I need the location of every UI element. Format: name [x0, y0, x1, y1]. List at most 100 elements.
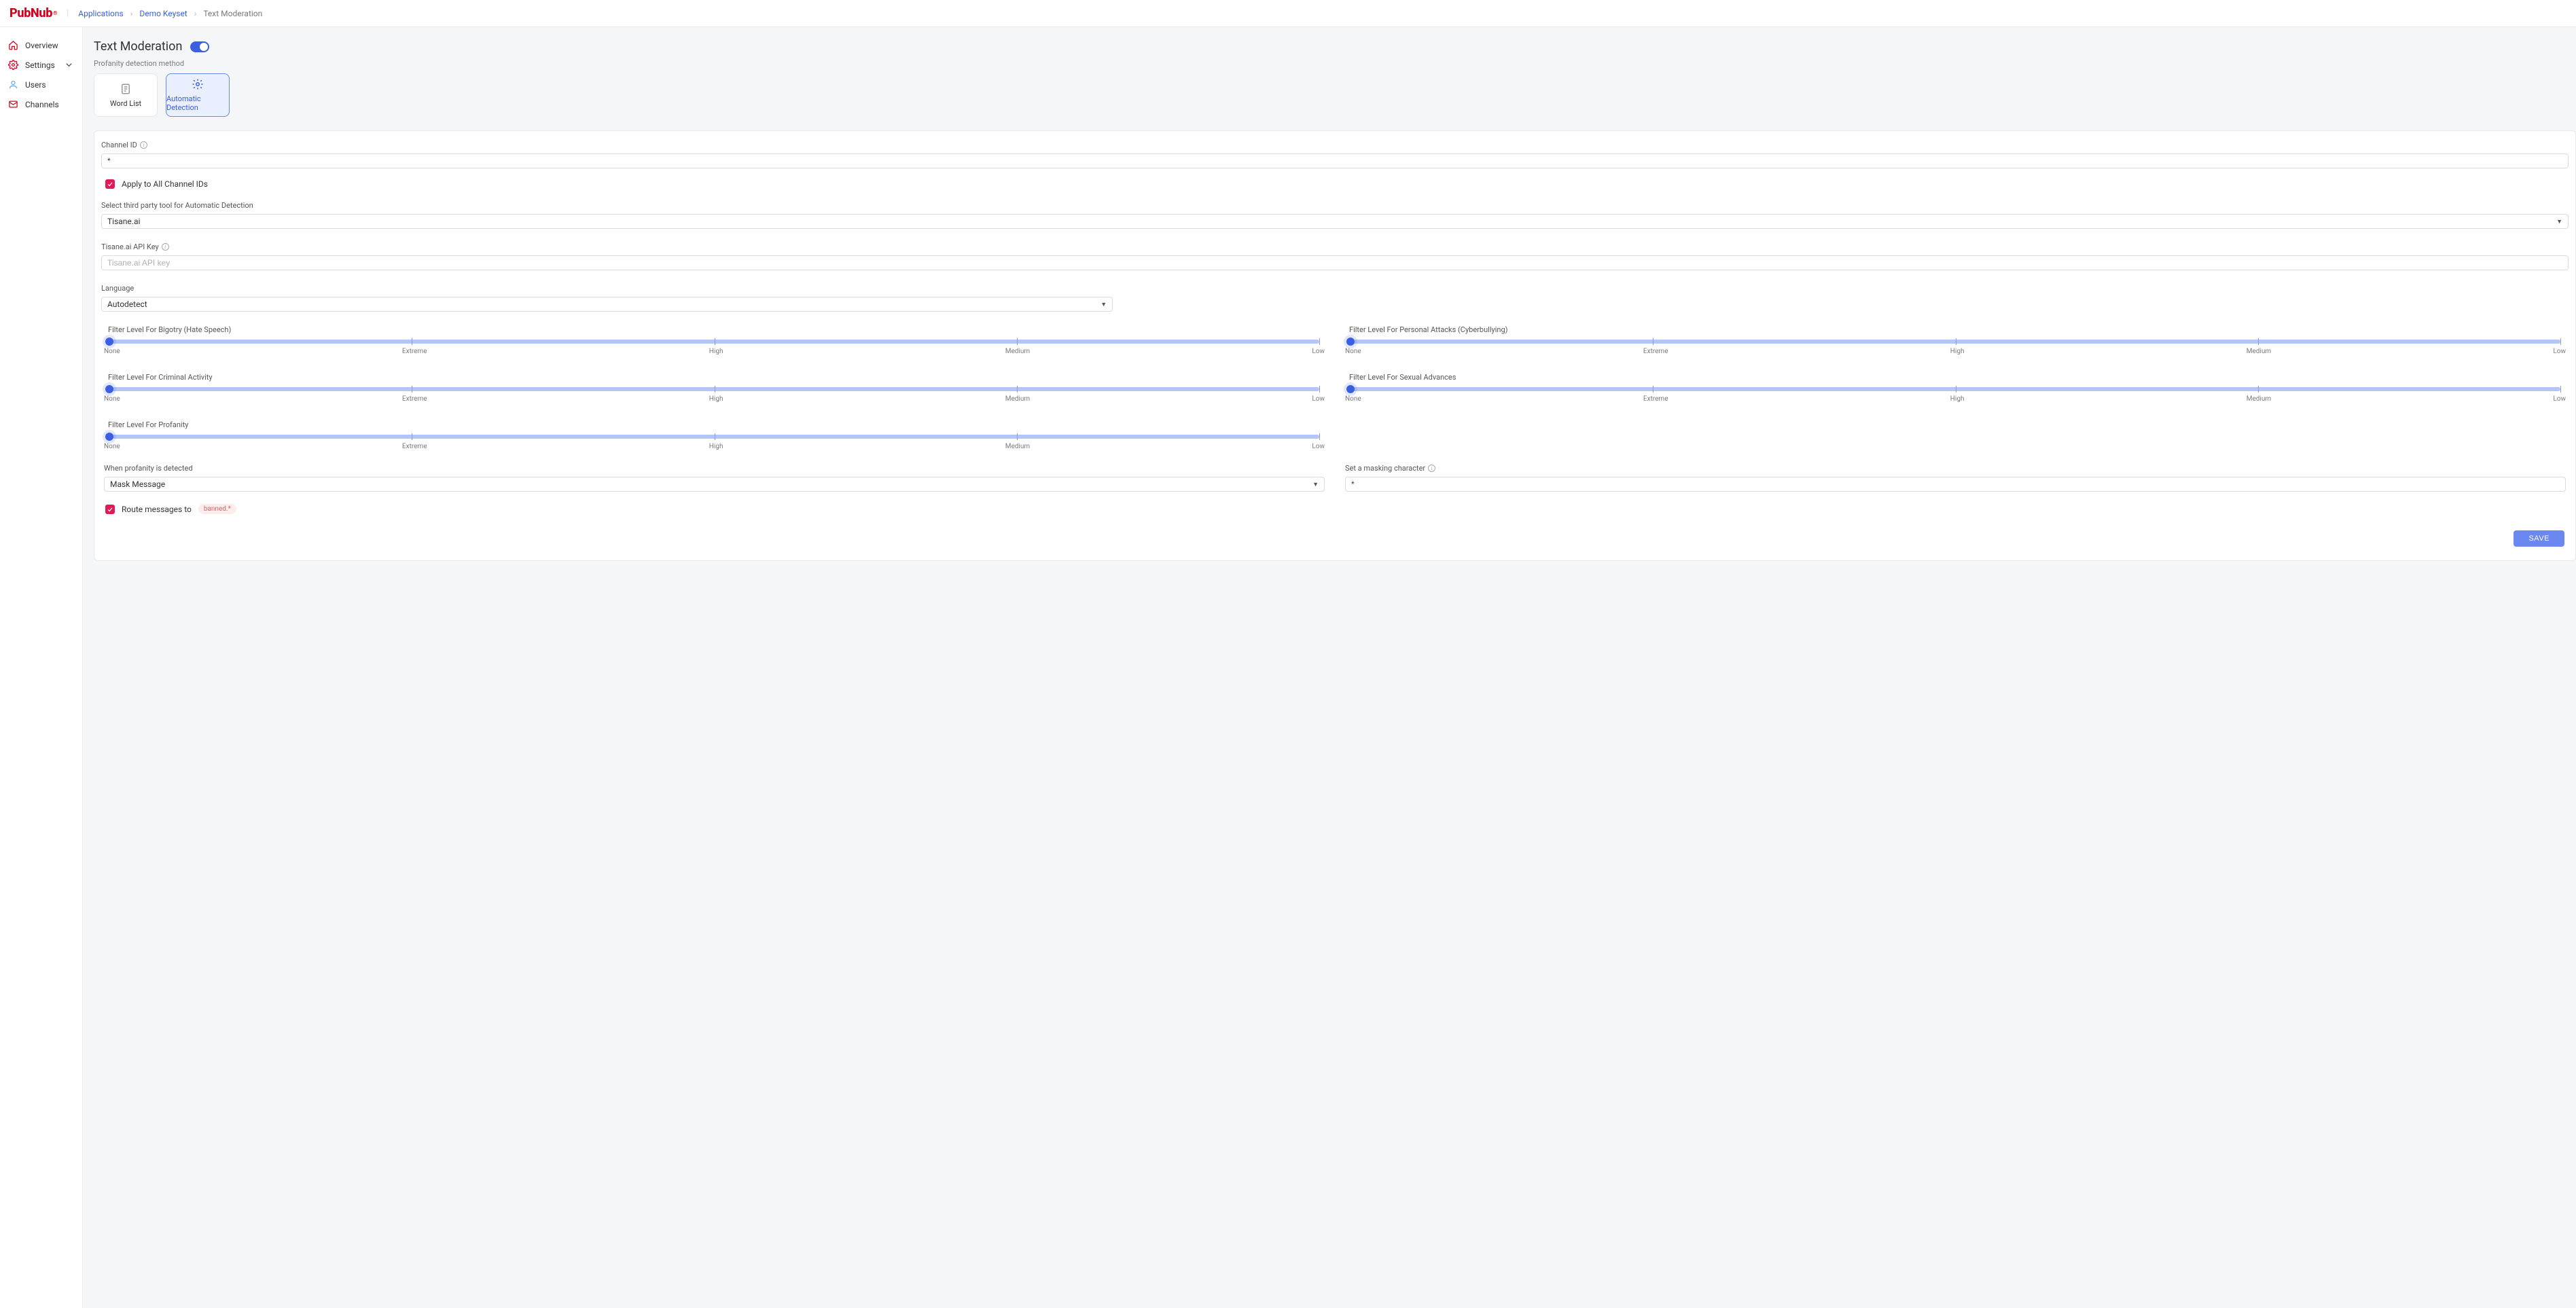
tool-select-label: Select third party tool for Automatic De…	[101, 201, 2569, 210]
apply-all-label: Apply to All Channel IDs	[122, 179, 208, 189]
info-icon[interactable]: i	[1428, 465, 1435, 472]
slider-scale-label: Medium	[1005, 348, 1030, 355]
slider-scale-labels: NoneExtremeHighMediumLow	[1345, 348, 2566, 355]
route-label: Route messages to	[122, 505, 192, 514]
chevron-down-icon	[64, 60, 74, 70]
slider-scale-label: High	[1950, 395, 1965, 403]
slider-tick	[2560, 338, 2561, 345]
method-label: Automatic Detection	[166, 94, 229, 112]
slider-thumb[interactable]	[105, 433, 113, 441]
masking-label: Set a masking character	[1345, 464, 1425, 473]
slider-scale-label: High	[709, 348, 723, 355]
slider-scale-label: Medium	[1005, 395, 1030, 403]
slider-scale-labels: NoneExtremeHighMediumLow	[1345, 395, 2566, 403]
route-checkbox[interactable]	[105, 505, 115, 514]
slider-scale-label: Extreme	[402, 443, 427, 450]
sidebar-item-label: Settings	[25, 60, 55, 70]
slider-scale-labels: NoneExtremeHighMediumLow	[104, 348, 1325, 355]
slider-scale-label: Low	[2553, 348, 2566, 355]
user-icon	[8, 79, 18, 90]
slider-track[interactable]	[109, 340, 1319, 344]
sidebar: Overview Settings Users Channels	[0, 27, 83, 1308]
sidebar-item-channels[interactable]: Channels	[0, 94, 82, 114]
sidebar-item-label: Users	[25, 80, 46, 90]
slider-scale-label: None	[1345, 395, 1361, 403]
slider-scale-label: Medium	[2247, 348, 2271, 355]
slider-tick	[1017, 433, 1018, 440]
sidebar-item-label: Channels	[25, 100, 59, 109]
slider-thumb[interactable]	[1346, 385, 1355, 393]
method-word-list[interactable]: Word List	[94, 73, 158, 117]
detection-method-label: Profanity detection method	[94, 59, 2576, 68]
breadcrumb-current: Text Moderation	[203, 9, 262, 18]
filter-slider: Filter Level For Personal Attacks (Cyber…	[1345, 325, 2566, 355]
settings-panel: Channel ID i Apply to All Channel IDs Se…	[94, 130, 2576, 561]
slider-scale-label: None	[104, 443, 120, 450]
check-icon	[107, 181, 113, 187]
slider-tick	[1017, 338, 1018, 345]
slider-title: Filter Level For Criminal Activity	[108, 373, 1325, 382]
moderation-toggle[interactable]	[190, 41, 209, 52]
slider-scale-label: Low	[1312, 395, 1325, 403]
gear-icon	[8, 60, 18, 70]
slider-track[interactable]	[1350, 340, 2560, 344]
on-detect-select[interactable]: Mask Message ▼	[104, 477, 1325, 492]
slider-tick	[2258, 386, 2259, 393]
on-detect-value: Mask Message	[110, 479, 165, 489]
page-title: Text Moderation	[94, 39, 182, 54]
slider-thumb[interactable]	[1346, 338, 1355, 346]
slider-title: Filter Level For Bigotry (Hate Speech)	[108, 325, 1325, 334]
filter-slider: Filter Level For Criminal Activity None Ex…	[104, 373, 1325, 403]
breadcrumb-keyset[interactable]: Demo Keyset	[139, 9, 187, 18]
slider-scale-label: Extreme	[1643, 395, 1668, 403]
method-label: Word List	[110, 99, 141, 108]
divider: |	[67, 8, 69, 18]
masking-input[interactable]	[1345, 477, 2566, 492]
slider-tick	[2258, 338, 2259, 345]
save-button[interactable]: SAVE	[2514, 530, 2564, 547]
brand-logo: PubNub®	[10, 6, 57, 20]
api-key-input[interactable]	[101, 255, 2569, 270]
channel-id-input[interactable]	[101, 153, 2569, 168]
slider-scale-label: Extreme	[402, 395, 427, 403]
slider-tick	[1319, 386, 1320, 393]
info-icon[interactable]: i	[140, 141, 147, 149]
slider-track[interactable]	[109, 435, 1319, 439]
on-detect-label: When profanity is detected	[104, 464, 1325, 473]
slider-tick	[1017, 386, 1018, 393]
slider-tick	[2560, 386, 2561, 393]
language-select[interactable]: Autodetect ▼	[101, 297, 1113, 312]
filter-slider: Filter Level For Sexual AdvancesNoneExtr…	[1345, 373, 2566, 403]
slider-scale-label: Extreme	[1643, 348, 1668, 355]
filter-slider: Filter Level For ProfanityNoneExtremeHig…	[104, 420, 1325, 450]
language-value: Autodetect	[107, 299, 147, 309]
info-icon[interactable]: i	[162, 243, 169, 251]
slider-scale-label: Low	[2553, 395, 2566, 403]
home-icon	[8, 40, 18, 50]
sidebar-item-users[interactable]: Users	[0, 75, 82, 94]
sidebar-item-settings[interactable]: Settings	[0, 55, 82, 75]
slider-tick	[1319, 338, 1320, 345]
sidebar-item-overview[interactable]: Overview	[0, 35, 82, 55]
dropdown-arrow-icon: ▼	[1101, 301, 1107, 308]
breadcrumb-applications[interactable]: Applications	[78, 9, 123, 18]
tool-select-value: Tisane.ai	[107, 217, 140, 226]
slider-scale-label: High	[709, 395, 723, 403]
breadcrumb: Applications › Demo Keyset › Text Modera…	[78, 9, 262, 18]
slider-title: Filter Level For Profanity	[108, 420, 1325, 429]
slider-scale-labels: None Extreme High Medium Low	[104, 395, 1325, 403]
check-icon	[107, 506, 113, 513]
slider-thumb[interactable]	[105, 338, 113, 346]
slider-scale-label: Low	[1312, 443, 1325, 450]
sidebar-item-label: Overview	[25, 41, 58, 50]
method-auto-detection[interactable]: Automatic Detection	[166, 73, 230, 117]
slider-track[interactable]	[1350, 387, 2560, 391]
chevron-right-icon: ›	[194, 9, 197, 18]
channel-id-label: Channel ID	[101, 141, 137, 149]
apply-all-checkbox[interactable]	[105, 179, 115, 189]
slider-thumb[interactable]	[105, 385, 113, 393]
slider-scale-label: High	[1950, 348, 1965, 355]
slider-track[interactable]	[109, 387, 1319, 391]
tool-select[interactable]: Tisane.ai ▼	[101, 214, 2569, 229]
slider-scale-label: None	[104, 395, 120, 403]
